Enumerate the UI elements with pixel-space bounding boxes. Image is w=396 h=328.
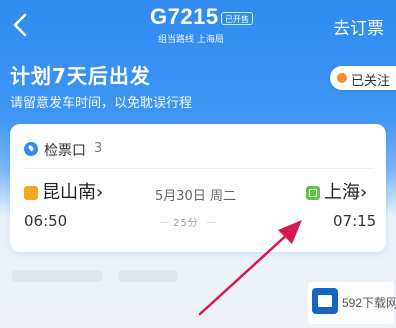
trip-card: 检票口 3 昆山南› 5月30日 周二 上海› 06:50 25分 07:15 <box>10 124 386 252</box>
site-logo-icon <box>312 288 338 314</box>
watermark-text: 592下载网 <box>342 296 396 310</box>
location-pin-icon <box>24 142 38 156</box>
departure-station[interactable]: 昆山南› <box>42 178 103 204</box>
watermark: 592下载网 <box>308 282 396 324</box>
book-ticket-button[interactable]: 去订票 <box>333 14 384 39</box>
train-number: G7215 <box>150 4 219 29</box>
follow-label: 已关注 <box>351 74 391 89</box>
ticket-gate-label: 检票口 <box>44 143 86 159</box>
arrival-time: 07:15 <box>333 212 377 230</box>
departure-reminder-text: 请留意发车时间，以免耽误行程 <box>10 96 193 111</box>
route-subtitle: 组当路线 上海局 <box>158 35 224 45</box>
departure-station-icon <box>24 186 38 200</box>
departure-time: 06:50 <box>24 212 68 230</box>
placeholder-bar <box>118 270 178 282</box>
trip-duration: 25分 <box>173 218 199 229</box>
card-divider <box>24 168 374 169</box>
duration-line-right <box>206 222 216 223</box>
ticket-gate-number: 3 <box>94 141 103 156</box>
arrival-station-icon <box>306 186 320 200</box>
top-bar: G7215 已开售 组当路线 上海局 去订票 <box>0 0 396 50</box>
duration-line-left <box>160 222 170 223</box>
arrival-station[interactable]: 上海› <box>324 178 367 204</box>
sale-status-badge: 已开售 <box>221 12 253 25</box>
placeholder-bar <box>12 270 102 282</box>
travel-date: 5月30日 周二 <box>155 189 236 204</box>
follow-dot-icon <box>337 73 347 83</box>
back-arrow-icon[interactable] <box>10 12 32 38</box>
departure-countdown-title: 计划7天后出发 <box>10 64 151 88</box>
follow-button[interactable]: 已关注 <box>330 66 396 90</box>
